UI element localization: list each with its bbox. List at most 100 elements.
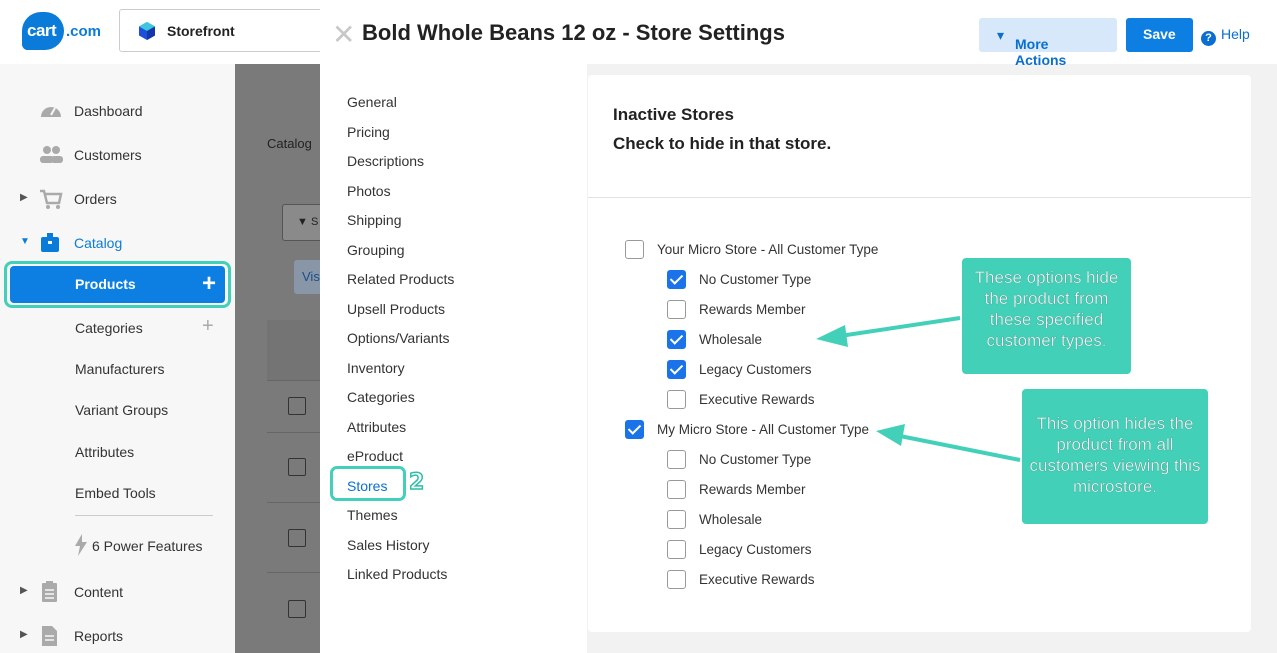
help-link[interactable]: ? Help	[1201, 26, 1250, 46]
store-checkbox[interactable]	[625, 240, 644, 259]
settings-nav-related-products[interactable]: Related Products	[347, 271, 454, 287]
customer-type-label: Legacy Customers	[699, 362, 812, 377]
sidebar-item-categories[interactable]: Categories	[75, 320, 143, 336]
save-button[interactable]: Save	[1126, 18, 1193, 52]
table-divider	[267, 380, 320, 381]
settings-nav-sales-history[interactable]: Sales History	[347, 537, 429, 553]
settings-nav-options-variants[interactable]: Options/Variants	[347, 330, 449, 346]
help-icon: ?	[1201, 31, 1216, 46]
sidebar-item-attributes[interactable]: Attributes	[75, 444, 134, 460]
add-category-icon[interactable]: +	[202, 315, 214, 338]
customer-type-label: No Customer Type	[699, 452, 812, 467]
customer-type-label: Rewards Member	[699, 482, 806, 497]
sidebar-item-customers[interactable]: Customers	[0, 144, 235, 168]
settings-nav: General Pricing Descriptions Photos Ship…	[320, 64, 587, 653]
chevron-right-icon: ▶	[20, 585, 28, 596]
row-checkbox	[288, 458, 306, 476]
background-table-header	[267, 320, 320, 380]
sidebar-item-embed-tools[interactable]: Embed Tools	[75, 485, 156, 501]
lightning-icon	[75, 534, 87, 556]
card-divider	[588, 197, 1251, 198]
step-number-badge: 2	[408, 469, 425, 496]
sidebar-item-power-features[interactable]: 6 Power Features	[0, 534, 235, 559]
store-checkbox[interactable]	[625, 420, 644, 439]
sidebar-item-manufacturers[interactable]: Manufacturers	[75, 361, 164, 377]
page-title: Bold Whole Beans 12 oz - Store Settings	[362, 20, 785, 45]
more-actions-label: More Actions ▾	[997, 27, 1067, 68]
customer-type-label: Executive Rewards	[699, 572, 815, 587]
customer-type-checkbox[interactable]	[667, 330, 686, 349]
settings-nav-general[interactable]: General	[347, 94, 397, 110]
customers-icon	[40, 146, 63, 163]
panel-header: ✕ Bold Whole Beans 12 oz - Store Setting…	[320, 0, 1277, 68]
callout-customer-types: These options hide the product from thes…	[962, 258, 1131, 374]
settings-nav-shipping[interactable]: Shipping	[347, 212, 402, 228]
chevron-down-icon: ▼	[20, 236, 30, 247]
storefront-icon	[139, 22, 155, 40]
sidebar-item-catalog[interactable]: ▼ Catalog	[0, 232, 235, 256]
logo-suffix: .com	[66, 23, 102, 40]
settings-nav-inventory[interactable]: Inventory	[347, 360, 405, 376]
background-visible-button: Vis	[294, 260, 320, 294]
more-actions-text: More Actions	[1015, 36, 1067, 68]
settings-nav-linked-products[interactable]: Linked Products	[347, 566, 447, 582]
sidebar-item-label: Customers	[74, 147, 142, 163]
chevron-right-icon: ▶	[20, 629, 28, 640]
store-selector[interactable]: Storefront	[119, 9, 349, 52]
sidebar-item-reports[interactable]: ▶ Reports	[0, 625, 235, 649]
customer-type-checkbox[interactable]	[667, 360, 686, 379]
sidebar-item-variant-groups[interactable]: Variant Groups	[75, 402, 168, 418]
background-select-text: S	[310, 216, 319, 228]
inactive-stores-card: Inactive Stores Check to hide in that st…	[588, 75, 1251, 632]
customer-type-checkbox[interactable]	[667, 270, 686, 289]
settings-nav-attributes[interactable]: Attributes	[347, 419, 406, 435]
more-actions-button[interactable]: More Actions ▾	[979, 18, 1117, 68]
customer-type-label: Legacy Customers	[699, 542, 812, 557]
customer-type-checkbox[interactable]	[667, 300, 686, 319]
highlight-outline	[330, 466, 406, 501]
customer-type-label: Rewards Member	[699, 302, 806, 317]
row-checkbox	[288, 397, 306, 415]
customer-type-label: Executive Rewards	[699, 392, 815, 407]
settings-nav-descriptions[interactable]: Descriptions	[347, 153, 424, 169]
store-label: My Micro Store - All Customer Type	[657, 422, 870, 437]
customer-type-checkbox[interactable]	[667, 510, 686, 529]
sidebar: Dashboard Customers ▶ Orders ▼ Catalog P…	[0, 64, 252, 653]
background-visible-label: Vis	[302, 269, 320, 284]
settings-nav-eproduct[interactable]: eProduct	[347, 448, 403, 464]
card-title: Inactive Stores	[613, 105, 734, 124]
customer-type-checkbox[interactable]	[667, 570, 686, 589]
settings-nav-categories[interactable]: Categories	[347, 389, 415, 405]
settings-nav-photos[interactable]: Photos	[347, 183, 391, 199]
customer-type-label: Wholesale	[699, 512, 763, 527]
sidebar-item-label: Content	[74, 584, 124, 600]
customer-type-label: Wholesale	[699, 332, 763, 347]
card-subtitle: Check to hide in that store.	[613, 134, 832, 153]
customer-type-checkbox[interactable]	[667, 450, 686, 469]
logo-text: cart	[27, 21, 57, 40]
customer-type-checkbox[interactable]	[667, 540, 686, 559]
close-icon[interactable]: ✕	[332, 18, 355, 51]
settings-nav-grouping[interactable]: Grouping	[347, 242, 405, 258]
chevron-right-icon: ▶	[20, 192, 28, 203]
save-label: Save	[1143, 26, 1176, 42]
settings-nav-pricing[interactable]: Pricing	[347, 124, 390, 140]
sidebar-divider	[75, 515, 213, 516]
cart-com-logo[interactable]: cart .com	[22, 12, 102, 50]
table-divider	[267, 572, 320, 573]
row-checkbox	[288, 529, 306, 547]
table-divider	[267, 502, 320, 503]
store-settings-panel: ✕ Bold Whole Beans 12 oz - Store Setting…	[320, 0, 1277, 653]
settings-nav-upsell-products[interactable]: Upsell Products	[347, 301, 445, 317]
sidebar-item-orders[interactable]: ▶ Orders	[0, 188, 235, 212]
sidebar-item-label: 6 Power Features	[92, 538, 203, 554]
customer-type-checkbox[interactable]	[667, 390, 686, 409]
dashboard-icon	[41, 107, 61, 117]
store-selector-label: Storefront	[167, 23, 235, 39]
highlight-outline	[4, 261, 231, 308]
sidebar-item-content[interactable]: ▶ Content	[0, 581, 235, 605]
sidebar-item-dashboard[interactable]: Dashboard	[0, 100, 235, 124]
background-select: ▼ S	[282, 204, 320, 241]
customer-type-checkbox[interactable]	[667, 480, 686, 499]
settings-nav-themes[interactable]: Themes	[347, 507, 398, 523]
